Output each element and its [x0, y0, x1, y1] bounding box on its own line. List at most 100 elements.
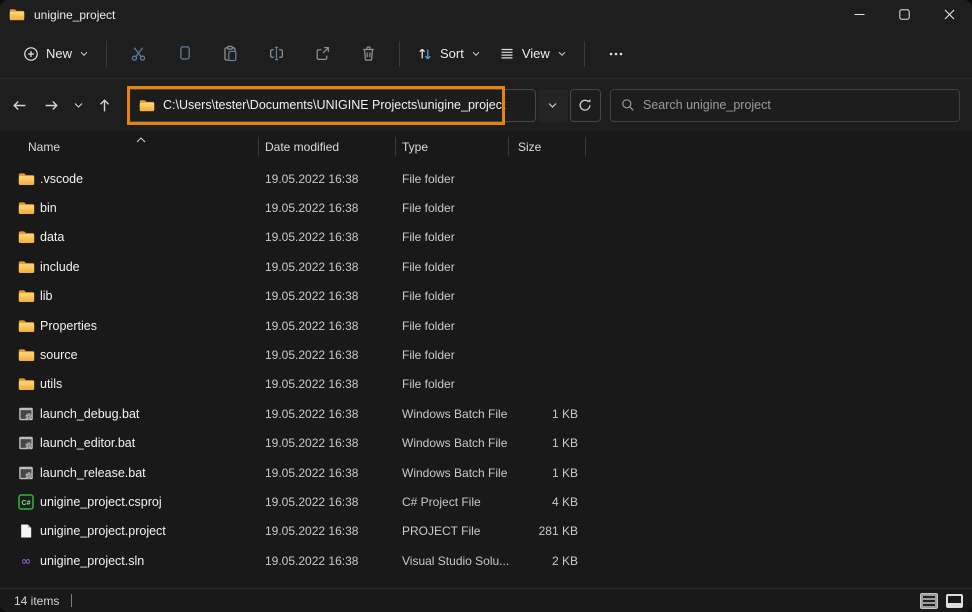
column-separator[interactable] — [395, 137, 396, 156]
file-date: 19.05.2022 16:38 — [265, 289, 402, 303]
view-toggle-group — [917, 591, 966, 611]
back-button[interactable] — [6, 91, 32, 119]
file-type: File folder — [402, 289, 508, 303]
file-name: Properties — [40, 319, 265, 333]
more-options-button[interactable] — [596, 37, 636, 71]
file-name: utils — [40, 377, 265, 391]
address-input[interactable]: C:\Users\tester\Documents\UNIGINE Projec… — [128, 89, 536, 122]
folder-icon — [18, 319, 40, 333]
paste-icon — [222, 45, 239, 62]
file-row[interactable]: bin19.05.2022 16:38File folder — [0, 193, 972, 222]
file-row[interactable]: ∞unigine_project.sln19.05.2022 16:38Visu… — [0, 546, 972, 575]
minimize-icon — [854, 9, 865, 20]
plus-circle-icon — [23, 46, 39, 62]
file-row[interactable]: include19.05.2022 16:38File folder — [0, 252, 972, 281]
maximize-button[interactable] — [882, 0, 927, 29]
file-name: data — [40, 230, 265, 244]
folder-icon — [18, 289, 40, 303]
column-separator[interactable] — [258, 137, 259, 156]
toolbar-separator — [106, 41, 107, 67]
thumbnail-view-button[interactable] — [943, 591, 966, 611]
file-name: launch_editor.bat — [40, 436, 265, 450]
details-view-button[interactable] — [917, 591, 940, 611]
forward-button[interactable] — [38, 91, 64, 119]
see-more-icon — [608, 46, 624, 62]
file-name: .vscode — [40, 172, 265, 186]
column-separator[interactable] — [508, 137, 509, 156]
file-row[interactable]: Properties19.05.2022 16:38File folder — [0, 311, 972, 340]
file-date: 19.05.2022 16:38 — [265, 230, 402, 244]
address-path: C:\Users\tester\Documents\UNIGINE Projec… — [163, 98, 506, 112]
file-row[interactable]: launch_editor.bat19.05.2022 16:38Windows… — [0, 429, 972, 458]
file-row[interactable]: utils19.05.2022 16:38File folder — [0, 370, 972, 399]
folder-icon — [18, 230, 40, 244]
file-type: PROJECT File — [402, 524, 508, 538]
folder-icon — [18, 377, 40, 391]
file-date: 19.05.2022 16:38 — [265, 554, 402, 568]
column-header-type[interactable]: Type — [402, 140, 428, 154]
file-explorer-window: unigine_project New — [0, 0, 972, 612]
file-row[interactable]: C#unigine_project.csproj19.05.2022 16:38… — [0, 487, 972, 516]
file-name: source — [40, 348, 265, 362]
file-size: 4 KB — [508, 495, 578, 509]
file-name: include — [40, 260, 265, 274]
file-row[interactable]: source19.05.2022 16:38File folder — [0, 340, 972, 369]
file-row[interactable]: launch_debug.bat19.05.2022 16:38Windows … — [0, 399, 972, 428]
address-bar: C:\Users\tester\Documents\UNIGINE Projec… — [128, 89, 601, 122]
cut-button[interactable] — [118, 37, 158, 71]
column-header-date-modified[interactable]: Date modified — [265, 140, 339, 154]
file-name: unigine_project.sln — [40, 554, 265, 568]
file-list: .vscode19.05.2022 16:38File folderbin19.… — [0, 162, 972, 588]
new-button[interactable]: New — [14, 39, 98, 69]
thumbnail-view-icon — [946, 594, 963, 608]
delete-button[interactable] — [348, 37, 388, 71]
file-type: File folder — [402, 172, 508, 186]
paste-button[interactable] — [210, 37, 250, 71]
search-input[interactable] — [610, 89, 960, 122]
file-row[interactable]: launch_release.bat19.05.2022 16:38Window… — [0, 458, 972, 487]
file-date: 19.05.2022 16:38 — [265, 466, 402, 480]
copy-button[interactable] — [164, 37, 204, 71]
file-row[interactable]: lib19.05.2022 16:38File folder — [0, 282, 972, 311]
file-date: 19.05.2022 16:38 — [265, 260, 402, 274]
statusbar: 14 items — [0, 588, 972, 612]
sort-button[interactable]: Sort — [408, 39, 490, 69]
file-row[interactable]: unigine_project.project19.05.2022 16:38P… — [0, 517, 972, 546]
file-type: Windows Batch File — [402, 407, 508, 421]
address-dropdown-button[interactable] — [538, 89, 568, 122]
refresh-button[interactable] — [570, 89, 601, 122]
file-size: 1 KB — [508, 466, 578, 480]
chevron-down-icon — [73, 101, 84, 109]
rename-button[interactable] — [256, 37, 296, 71]
toolbar-separator — [399, 41, 400, 67]
column-separator[interactable] — [585, 137, 586, 156]
refresh-icon — [577, 97, 593, 113]
forward-arrow-icon — [43, 97, 60, 114]
recent-locations-button[interactable] — [71, 91, 86, 119]
sort-icon — [417, 46, 433, 62]
up-button[interactable] — [92, 91, 118, 119]
file-date: 19.05.2022 16:38 — [265, 407, 402, 421]
file-size: 1 KB — [508, 407, 578, 421]
file-row[interactable]: data19.05.2022 16:38File folder — [0, 223, 972, 252]
share-icon — [314, 45, 331, 62]
copy-icon — [176, 45, 193, 62]
statusbar-separator — [71, 594, 72, 607]
file-name: unigine_project.csproj — [40, 495, 265, 509]
file-row[interactable]: .vscode19.05.2022 16:38File folder — [0, 164, 972, 193]
minimize-button[interactable] — [837, 0, 882, 29]
window-controls — [837, 0, 972, 29]
view-button[interactable]: View — [490, 39, 576, 69]
column-header-name[interactable]: Name — [28, 140, 60, 154]
up-arrow-icon — [96, 97, 113, 114]
file-type: File folder — [402, 319, 508, 333]
file-size: 1 KB — [508, 436, 578, 450]
sort-button-label: Sort — [440, 46, 464, 61]
file-type: File folder — [402, 260, 508, 274]
close-button[interactable] — [927, 0, 972, 29]
file-date: 19.05.2022 16:38 — [265, 524, 402, 538]
folder-icon — [9, 8, 25, 21]
file-date: 19.05.2022 16:38 — [265, 495, 402, 509]
column-header-size[interactable]: Size — [518, 140, 541, 154]
share-button[interactable] — [302, 37, 342, 71]
